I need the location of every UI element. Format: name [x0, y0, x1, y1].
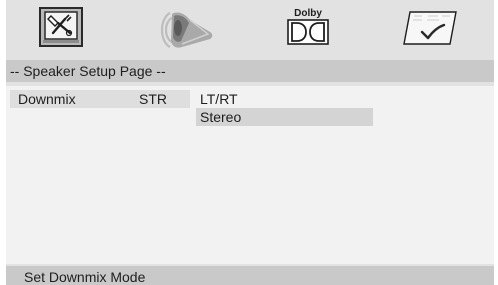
setting-label: Downmix — [18, 91, 76, 107]
checkmark-icon — [403, 11, 457, 45]
page-title: -- Speaker Setup Page -- — [10, 63, 166, 79]
tab-general-setup[interactable] — [38, 6, 84, 48]
settings-panel: Downmix STR LT/RT Stereo — [6, 86, 494, 264]
status-text: Set Downmix Mode — [24, 269, 146, 285]
status-bar: Set Downmix Mode — [6, 266, 494, 285]
page-header: -- Speaker Setup Page -- — [6, 60, 494, 82]
setting-value: STR — [139, 91, 167, 107]
setup-menu-window: Dolby -- Speaker Setup Page -- Downmix S… — [6, 0, 494, 285]
setting-row-downmix[interactable]: Downmix STR — [10, 90, 190, 108]
tab-dolby-setup[interactable]: Dolby — [286, 6, 330, 48]
dolby-icon: Dolby — [287, 8, 329, 45]
setup-tab-bar: Dolby — [6, 0, 494, 56]
tools-screen-icon — [39, 7, 83, 47]
speaker-icon — [160, 12, 213, 48]
tab-preference[interactable] — [402, 10, 458, 46]
option-stereo[interactable]: Stereo — [196, 108, 373, 126]
option-lt-rt[interactable]: LT/RT — [196, 90, 373, 108]
option-label: Stereo — [200, 109, 242, 125]
option-label: LT/RT — [200, 91, 238, 107]
tab-speaker-setup[interactable] — [158, 8, 216, 52]
dolby-caption: Dolby — [294, 8, 322, 19]
